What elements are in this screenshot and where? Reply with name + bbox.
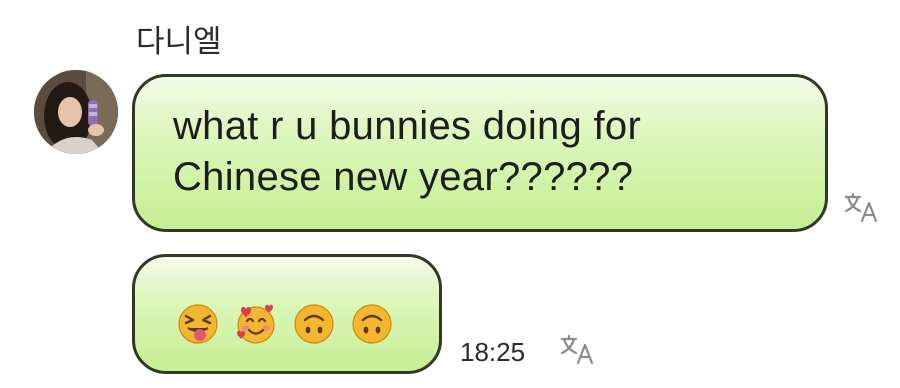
emoji-message-bubble[interactable] (132, 254, 442, 374)
message-timestamp: 18:25 (460, 337, 526, 367)
upside-down-face-icon (352, 304, 392, 344)
smiling-face-with-hearts-icon (237, 304, 275, 344)
message-text: what r u bunnies doing for Chinese new y… (173, 104, 642, 199)
profile-photo-icon (34, 70, 118, 154)
message-bubble[interactable]: what r u bunnies doing for Chinese new y… (132, 74, 828, 232)
upside-down-face-icon (294, 304, 334, 344)
emoji-row (177, 303, 393, 345)
avatar[interactable] (34, 70, 118, 154)
translate-icon[interactable] (560, 334, 596, 366)
squinting-tongue-face-icon (178, 304, 218, 344)
sender-name: 다니엘 (136, 24, 222, 60)
translate-icon[interactable] (844, 192, 880, 224)
